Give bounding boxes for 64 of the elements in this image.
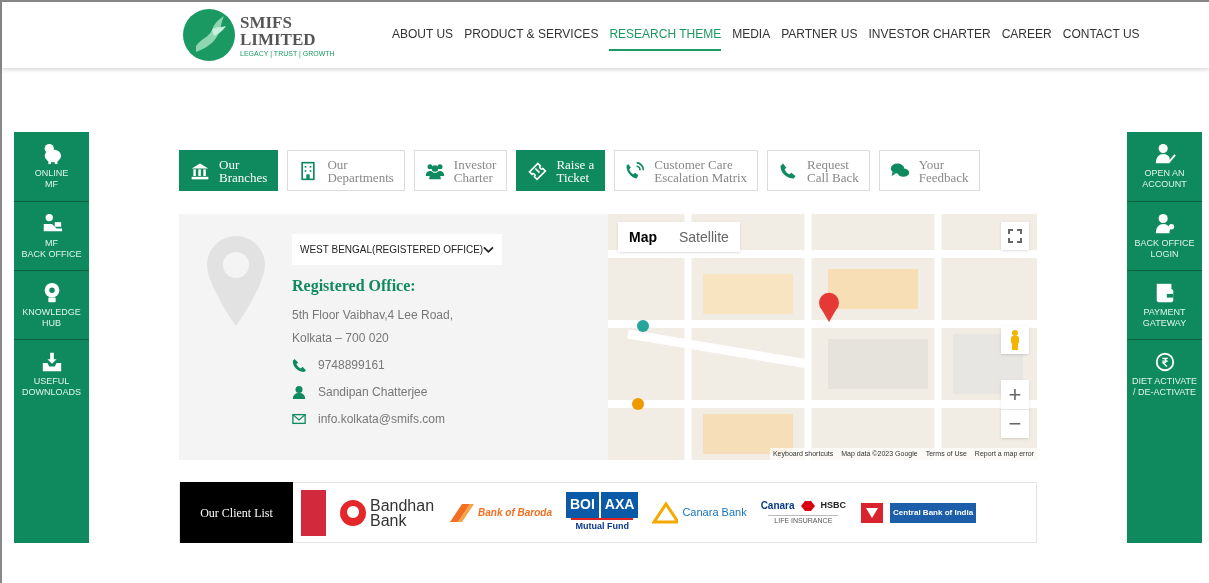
fullscreen-icon: [1008, 229, 1022, 243]
tab-button[interactable]: Request Call Back: [767, 150, 870, 191]
mail-icon: [292, 412, 306, 426]
tab-button[interactable]: Your Feedback: [878, 150, 980, 191]
axa-logo-text: AXA: [600, 491, 639, 518]
client-logo-text: Central Bank of India: [890, 502, 977, 523]
client-logo-text: Bank of Baroda: [478, 506, 552, 520]
map-type-button[interactable]: Satellite: [668, 222, 740, 252]
person-icon: [292, 385, 306, 399]
nav-link[interactable]: PARTNER US: [781, 19, 858, 51]
sidebar-link[interactable]: KNOWLEDGE HUB: [14, 270, 89, 339]
sidebar-link[interactable]: PAYMENT GATEWAY: [1127, 270, 1202, 339]
phone-icon: [292, 358, 306, 372]
sidebar-link[interactable]: MF BACK OFFICE: [14, 201, 89, 270]
userkey-icon: [1153, 212, 1176, 235]
tab-button[interactable]: Investor Charter: [413, 150, 508, 191]
logo-emblem-icon: [182, 8, 236, 62]
map-type-button[interactable]: Map: [618, 222, 668, 252]
fullscreen-button[interactable]: [1001, 222, 1029, 250]
tab-button[interactable]: Our Branches: [179, 150, 279, 191]
client-logo-text: Canara: [760, 499, 795, 514]
ticket-icon: [527, 160, 548, 181]
client-list-label: Our Client List: [180, 482, 293, 543]
logo-fragment-icon: [301, 489, 326, 536]
client-logo-text: HSBC: [820, 499, 847, 512]
address-line: Kolkata – 700 020: [292, 330, 390, 347]
chevron-down-icon: [483, 245, 494, 254]
nav-link[interactable]: MEDIA: [732, 19, 771, 51]
tab-button[interactable]: Raise a Ticket: [516, 150, 606, 191]
client-logo-text: Bandhan Bank: [370, 497, 435, 528]
bandhan-logo-icon: [340, 499, 366, 526]
nav-link[interactable]: PRODUCT & SERVICES: [464, 19, 599, 51]
pegman-icon: [1010, 330, 1020, 350]
nav-link[interactable]: ABOUT US: [392, 19, 454, 51]
sidebar-link[interactable]: DIET ACTIVATE / DE-ACTIVATE: [1127, 339, 1202, 408]
download-icon: [40, 350, 63, 373]
client-logo-text: Mutual Fund: [571, 517, 633, 534]
office-heading: Registered Office:: [292, 276, 417, 297]
boi-logo-text: BOI: [565, 491, 599, 518]
sidebar-link[interactable]: ONLINE MF: [14, 132, 89, 201]
contact-text: 9748899161: [318, 357, 385, 374]
sidebar-link[interactable]: USEFUL DOWNLOADS: [14, 339, 89, 408]
nav-link[interactable]: INVESTOR CHARTER: [868, 19, 991, 51]
usercheck-icon: [1153, 143, 1176, 165]
phonewave-icon: [625, 160, 646, 181]
rupee-icon: [1153, 350, 1176, 373]
tab-button[interactable]: Customer Care Escalation Matrix: [614, 150, 759, 191]
zoom-in-button[interactable]: +: [1001, 380, 1029, 409]
zoom-out-button[interactable]: −: [1001, 409, 1029, 438]
nav-link[interactable]: CAREER: [1001, 19, 1052, 51]
region-dropdown[interactable]: WEST BENGAL(REGISTERED OFFICE): [292, 234, 502, 265]
canara-logo-icon: [652, 499, 679, 526]
logo-name: LIMITED: [240, 30, 317, 48]
sidebar-link[interactable]: OPEN AN ACCOUNT: [1127, 132, 1202, 201]
hexagon-icon: [800, 500, 815, 511]
logo-name: SMIFS: [240, 13, 293, 31]
nav-link[interactable]: RESEARCH THEME: [609, 19, 722, 51]
contact-text: Sandipan Chatterjee: [318, 384, 428, 401]
contact-text: info.kolkata@smifs.com: [318, 411, 445, 428]
address-line: 5th Floor Vaibhav,4 Lee Road,: [292, 307, 454, 324]
nav-link[interactable]: CONTACT US: [1062, 19, 1140, 51]
sidebar-link[interactable]: BACK OFFICE LOGIN: [1127, 201, 1202, 270]
client-logo-text: Canara Bank: [682, 505, 747, 521]
tab-button[interactable]: Our Departments: [287, 150, 405, 191]
